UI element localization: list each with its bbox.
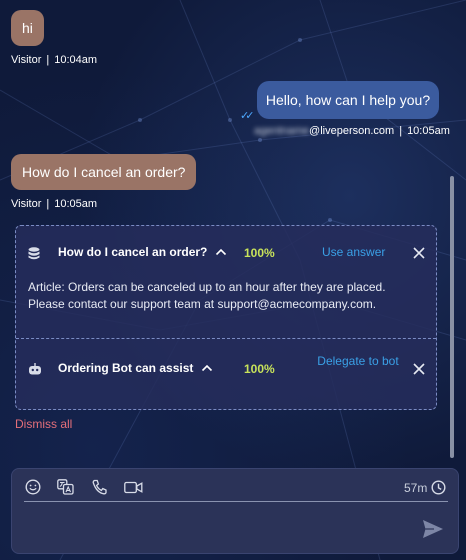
visitor-message-bubble: hi — [11, 10, 44, 46]
confidence-score: 100% — [244, 362, 275, 376]
message-meta: Visitor | 10:04am — [11, 54, 98, 66]
knowledge-base-icon — [28, 247, 40, 260]
agent-email-name: agentname — [254, 125, 310, 137]
divider — [16, 338, 436, 339]
clock-icon — [431, 480, 446, 495]
message-text: How do I cancel an order? — [22, 164, 186, 180]
chevron-up-icon[interactable] — [215, 245, 227, 259]
message-meta: Visitor | 10:05am — [11, 198, 98, 210]
phone-icon[interactable] — [92, 479, 107, 495]
dismiss-all-link[interactable]: Dismiss all — [15, 417, 72, 431]
close-icon[interactable] — [413, 363, 425, 375]
suggestion-article-text: Article: Orders can be canceled up to an… — [28, 280, 386, 311]
message-text: Hello, how can I help you? — [265, 92, 431, 108]
suggestion-title: How do I cancel an order? — [58, 245, 208, 259]
agent-email-domain: @liveperson.com — [309, 125, 395, 137]
bot-icon — [29, 363, 41, 375]
sender-name: Visitor — [11, 54, 42, 66]
message-input[interactable] — [24, 507, 404, 547]
conversation-timer: 57m — [404, 480, 446, 495]
agent-message-bubble: Hello, how can I help you? — [257, 81, 439, 119]
message-composer: 57m — [11, 468, 459, 554]
read-checkmark-icon: ✓✓ — [240, 110, 255, 122]
timer-text: 57m — [404, 480, 428, 495]
use-answer-button[interactable]: Use answer — [322, 245, 385, 260]
bot-suggestions-panel: How do I cancel an order? 100% Use answe… — [15, 225, 437, 410]
close-icon[interactable] — [413, 247, 425, 259]
translate-icon[interactable] — [57, 479, 74, 495]
message-time: 10:04am — [54, 54, 98, 66]
message-time: 10:05am — [407, 125, 450, 137]
send-icon[interactable] — [422, 519, 444, 539]
visitor-message-bubble: How do I cancel an order? — [11, 154, 197, 190]
message-meta: agentname@liveperson.com | 10:05am — [254, 125, 450, 137]
delegate-to-bot-button[interactable]: Delegate to bot — [316, 354, 400, 369]
scrollbar[interactable] — [450, 176, 454, 458]
sender-name: Visitor — [11, 198, 42, 210]
message-text: hi — [22, 20, 33, 36]
message-time: 10:05am — [54, 198, 98, 210]
toolbar-divider — [24, 501, 448, 502]
confidence-score: 100% — [244, 246, 275, 260]
video-icon[interactable] — [124, 481, 143, 494]
suggestion-title: Ordering Bot can assist — [58, 361, 194, 375]
chevron-up-icon[interactable] — [201, 361, 213, 375]
emoji-icon[interactable] — [25, 479, 41, 495]
